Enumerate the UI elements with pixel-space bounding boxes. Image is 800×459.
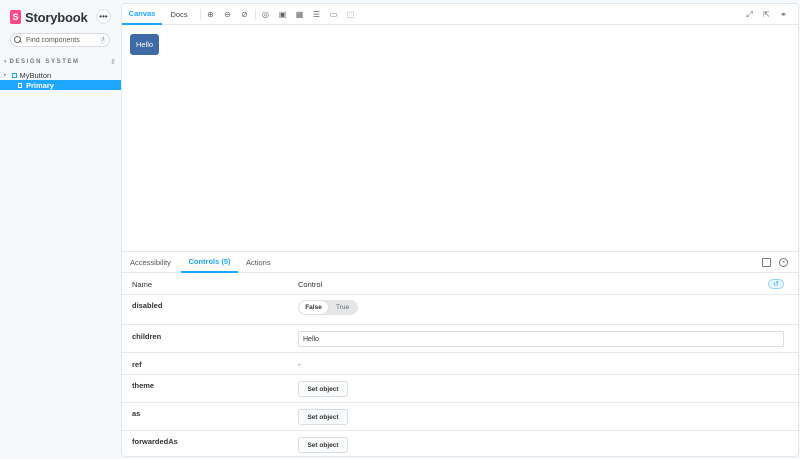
search-box[interactable]: /: [10, 33, 110, 47]
control-row-theme: theme Set object: [122, 375, 798, 403]
addon-tabs: Accessibility Controls (5) Actions ×: [122, 252, 798, 273]
set-object-button[interactable]: Set object: [298, 381, 348, 397]
toolbar-divider: [200, 9, 201, 20]
control-row-forwardedas: forwardedAs Set object: [122, 431, 798, 456]
sidebar-menu-button[interactable]: •••: [96, 9, 111, 24]
group-label: DESIGN SYSTEM: [9, 59, 80, 65]
row-name: theme: [132, 381, 155, 390]
row-name: children: [132, 332, 162, 341]
story-label: Primary: [26, 80, 54, 90]
search-icon: [14, 36, 22, 44]
brand[interactable]: S Storybook: [10, 9, 88, 25]
zoom-reset-icon[interactable]: ⊘: [239, 9, 250, 20]
tab-canvas[interactable]: Canvas: [122, 4, 162, 25]
control-row-as: as Set object: [122, 403, 798, 431]
component-icon: [11, 72, 17, 78]
children-text-input[interactable]: Hello: [298, 331, 784, 347]
zoom-in-icon[interactable]: ⊕: [205, 9, 216, 20]
ref-value: -: [298, 360, 301, 369]
tree-item-primary[interactable]: Primary: [0, 80, 122, 90]
tree-item-mybutton[interactable]: ▸ MyButton: [0, 70, 122, 80]
storybook-logo-icon: S: [10, 10, 21, 24]
caret-icon: ▾: [4, 59, 7, 65]
toolbar-divider: [255, 9, 256, 20]
collapse-all-icon[interactable]: ⇳: [110, 58, 116, 66]
control-row-ref: ref -: [122, 353, 798, 375]
fullscreen-icon[interactable]: ⤢: [744, 9, 755, 20]
tab-controls[interactable]: Controls (5): [181, 252, 238, 273]
canvas-preview: Hello: [122, 26, 798, 251]
zoom-out-icon[interactable]: ⊖: [222, 9, 233, 20]
search-shortcut: /: [100, 36, 106, 44]
reset-controls-button[interactable]: ↺: [768, 279, 784, 289]
close-panel-icon[interactable]: ×: [779, 258, 788, 267]
tab-accessibility[interactable]: Accessibility: [130, 252, 171, 273]
controls-table-header: Name Control ↺: [122, 274, 798, 295]
panel-orientation-icon[interactable]: [762, 258, 771, 267]
viewport-icon[interactable]: ▦: [294, 9, 305, 20]
link-icon[interactable]: ⚭: [778, 9, 789, 20]
outline-icon[interactable]: ▭: [328, 9, 339, 20]
control-row-disabled: disabled False True: [122, 295, 798, 325]
search-input[interactable]: [26, 36, 96, 44]
toggle-true[interactable]: True: [328, 301, 357, 314]
control-row-children: children Hello: [122, 325, 798, 353]
set-object-button[interactable]: Set object: [298, 409, 348, 425]
measure-icon[interactable]: ☰: [311, 9, 322, 20]
column-control: Control: [298, 280, 323, 289]
component-label: MyButton: [19, 70, 52, 80]
hello-button[interactable]: Hello: [130, 34, 159, 55]
set-object-button[interactable]: Set object: [298, 437, 348, 453]
ellipsis-icon: •••: [99, 12, 108, 21]
tree-group-design-system[interactable]: ▾ DESIGN SYSTEM ⇳: [4, 57, 116, 67]
main-panel: Canvas Docs ⊕ ⊖ ⊘ ◎ ▣ ▦ ☰ ▭ ⬚ ⤢ ⇱ ⚭ Hell…: [122, 4, 798, 456]
toolbar: Canvas Docs ⊕ ⊖ ⊘ ◎ ▣ ▦ ☰ ▭ ⬚ ⤢ ⇱ ⚭: [122, 4, 798, 25]
toggle-false[interactable]: False: [299, 301, 328, 314]
tab-actions[interactable]: Actions: [246, 252, 271, 273]
row-name: as: [132, 409, 141, 418]
tab-docs[interactable]: Docs: [166, 4, 192, 25]
open-new-tab-icon[interactable]: ⇱: [761, 9, 772, 20]
undo-icon: ↺: [773, 281, 779, 288]
background-icon[interactable]: ▣: [277, 9, 288, 20]
row-name: ref: [132, 360, 142, 369]
row-name: forwardedAs: [132, 437, 178, 446]
boolean-toggle[interactable]: False True: [298, 300, 358, 315]
story-icon: [18, 82, 22, 88]
grid-icon[interactable]: ◎: [260, 9, 271, 20]
addons-panel: Accessibility Controls (5) Actions × Nam…: [122, 251, 798, 456]
brand-title: Storybook: [25, 9, 88, 25]
row-name: disabled: [132, 301, 163, 310]
column-name: Name: [132, 280, 153, 289]
outline-frame-icon[interactable]: ⬚: [345, 9, 356, 20]
sidebar: S Storybook ••• / ▾ DESIGN SYSTEM ⇳ ▸ My…: [0, 0, 122, 459]
caret-icon: ▸: [4, 72, 7, 78]
